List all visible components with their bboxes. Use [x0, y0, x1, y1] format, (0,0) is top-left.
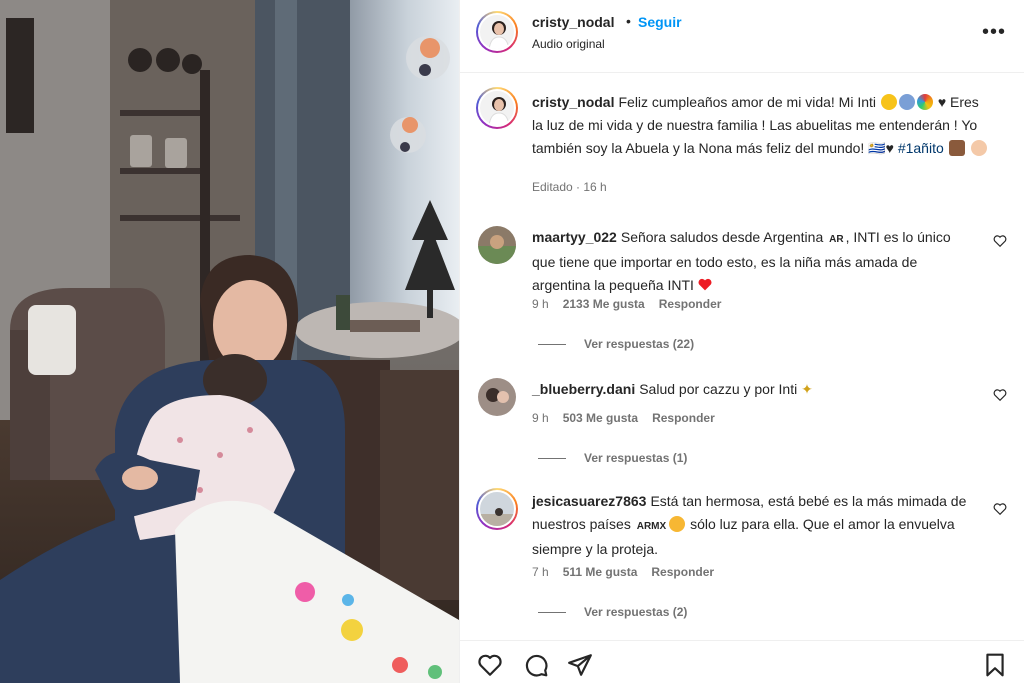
- post-header: cristy_nodal • Seguir Audio original •••: [460, 0, 1024, 73]
- caption-edited-time: Editado · 16 h: [532, 180, 607, 194]
- comment-avatar[interactable]: [476, 488, 518, 530]
- reply-button[interactable]: Responder: [659, 297, 722, 311]
- comment-username[interactable]: jesicasuarez7863: [532, 493, 646, 509]
- comment-body: Salud por cazzu y por Inti: [639, 381, 798, 397]
- comment-avatar[interactable]: [478, 226, 516, 264]
- smiling-hearts-emoji: [669, 516, 686, 532]
- comment-1: maartyy_022 Señora saludos desde Argentin…: [532, 226, 972, 297]
- flag-emoji: ARMX: [636, 521, 667, 532]
- comment-avatar[interactable]: [478, 378, 516, 416]
- view-replies-button[interactable]: Ver respuestas (1): [538, 451, 687, 465]
- comment-time: 9 h: [532, 411, 549, 425]
- comment-3: jesicasuarez7863 Está tan hermosa, está b…: [532, 490, 972, 561]
- comment-meta: 9 h 2133 Me gusta Responder: [532, 297, 721, 311]
- flag-emoji: AR: [829, 234, 844, 245]
- comment-likes[interactable]: 511 Me gusta: [563, 565, 638, 579]
- comment-meta: 9 h 503 Me gusta Responder: [532, 411, 715, 425]
- post-photo: [0, 0, 459, 683]
- comment-username[interactable]: maartyy_022: [532, 229, 617, 245]
- baby-emoji: [898, 94, 915, 110]
- share-icon[interactable]: [567, 652, 593, 678]
- red-heart-emoji: [698, 278, 712, 291]
- cake-emoji: [948, 140, 965, 156]
- reply-button[interactable]: Responder: [651, 565, 714, 579]
- comment-icon[interactable]: [523, 652, 549, 678]
- heart-icon[interactable]: [993, 502, 1007, 516]
- post-action-bar: [460, 640, 1024, 683]
- caption-avatar[interactable]: [476, 87, 518, 129]
- comment-meta: 7 h 511 Me gusta Responder: [532, 565, 714, 579]
- follow-button[interactable]: Seguir: [638, 14, 682, 30]
- heart-icon[interactable]: [993, 388, 1007, 402]
- author-username[interactable]: cristy_nodal: [532, 14, 614, 30]
- heart-icon[interactable]: [993, 234, 1007, 248]
- audio-label[interactable]: Audio original: [532, 37, 605, 51]
- comment-time: 9 h: [532, 297, 549, 311]
- hashtag-link[interactable]: #1añito: [898, 140, 944, 156]
- comment-time: 7 h: [532, 565, 549, 579]
- sparkle-emoji: ✦: [801, 381, 813, 397]
- rainbow-emoji: [916, 94, 933, 110]
- comment-username[interactable]: _blueberry.dani: [532, 381, 635, 397]
- like-heart-icon[interactable]: [477, 652, 503, 678]
- post-details-panel: cristy_nodal • Seguir Audio original •••…: [459, 0, 1024, 683]
- caption-username[interactable]: cristy_nodal: [532, 94, 614, 110]
- bookmark-icon[interactable]: [982, 652, 1008, 678]
- comment-2: _blueberry.dani Salud por cazzu y por Int…: [532, 378, 972, 401]
- prayer-emoji: [970, 140, 987, 156]
- view-replies-button[interactable]: Ver respuestas (2): [538, 605, 687, 619]
- sun-emoji: [880, 94, 897, 110]
- post-caption: cristy_nodal Feliz cumpleaños amor de mi …: [532, 91, 992, 160]
- more-icon[interactable]: •••: [982, 22, 1006, 42]
- comment-likes[interactable]: 2133 Me gusta: [563, 297, 645, 311]
- reply-button[interactable]: Responder: [652, 411, 715, 425]
- separator-dot: •: [626, 13, 631, 29]
- author-avatar[interactable]: [476, 11, 518, 53]
- caption-text-1: Feliz cumpleaños amor de mi vida! Mi Int…: [618, 94, 877, 110]
- comment-likes[interactable]: 503 Me gusta: [563, 411, 638, 425]
- comment-body: Señora saludos desde Argentina: [620, 229, 824, 245]
- view-replies-button[interactable]: Ver respuestas (22): [538, 337, 694, 351]
